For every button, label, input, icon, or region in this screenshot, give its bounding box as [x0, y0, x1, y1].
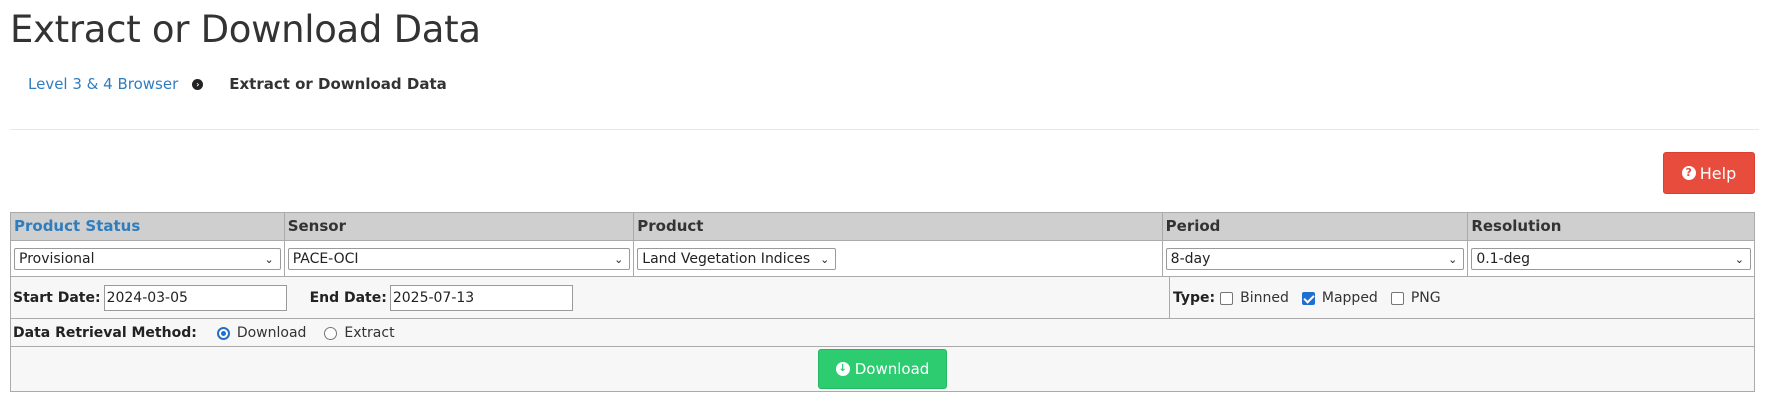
- chevron-down-icon: ⌄: [1448, 252, 1458, 266]
- form-date-row: Start Date: End Date: Type: Binned Mappe…: [11, 277, 1754, 319]
- chevron-down-icon: ⌄: [820, 252, 830, 266]
- chevron-circle-right-icon: ›: [192, 78, 204, 90]
- method-label: Data Retrieval Method:: [13, 324, 197, 341]
- data-form: Product Status Sensor Product Period Res…: [10, 212, 1755, 392]
- breadcrumb-current: Extract or Download Data: [229, 75, 447, 93]
- breadcrumb: Level 3 & 4 Browser › Extract or Downloa…: [28, 75, 447, 93]
- form-select-row: Provisional ⌄ PACE-OCI ⌄ Land Vegetation…: [11, 241, 1754, 277]
- product-select[interactable]: Land Vegetation Indices ⌄: [637, 248, 837, 270]
- help-button-label: Help: [1699, 163, 1737, 183]
- sensor-select[interactable]: PACE-OCI ⌄: [287, 248, 631, 270]
- download-radio-label: Download: [236, 324, 307, 341]
- extract-radio[interactable]: [324, 327, 338, 340]
- end-date-label: End Date:: [309, 289, 387, 306]
- period-cell: 8-day ⌄: [1163, 241, 1469, 276]
- chevron-down-icon: ⌄: [1734, 252, 1744, 266]
- period-select[interactable]: 8-day ⌄: [1165, 248, 1465, 270]
- header-product-status[interactable]: Product Status: [11, 213, 285, 240]
- product-cell: Land Vegetation Indices ⌄: [634, 241, 1163, 276]
- header-product: Product: [634, 213, 1163, 240]
- extract-radio-label: Extract: [344, 324, 395, 341]
- question-circle-icon: ?: [1681, 166, 1696, 180]
- mapped-label: Mapped: [1321, 289, 1378, 306]
- header-sensor: Sensor: [285, 213, 635, 240]
- start-date-label: Start Date:: [13, 289, 101, 306]
- breadcrumb-link-browser[interactable]: Level 3 & 4 Browser: [28, 75, 178, 93]
- resolution-value: 0.1-deg: [1476, 251, 1531, 267]
- help-button[interactable]: ? Help: [1663, 152, 1755, 194]
- start-date-input[interactable]: [103, 284, 287, 311]
- download-radio[interactable]: [216, 327, 230, 340]
- header-resolution: Resolution: [1471, 217, 1562, 235]
- sensor-value: PACE-OCI: [292, 251, 359, 267]
- header-period: Period: [1163, 213, 1469, 240]
- date-range-cell: Start Date: End Date:: [11, 277, 1170, 318]
- product-status-value: Provisional: [19, 251, 95, 267]
- form-submit-row: ↓ Download: [11, 347, 1754, 391]
- png-label: PNG: [1410, 289, 1441, 306]
- download-button[interactable]: ↓ Download: [818, 349, 947, 389]
- type-label: Type:: [1173, 289, 1216, 306]
- binned-checkbox[interactable]: [1220, 292, 1234, 305]
- binned-label: Binned: [1240, 289, 1289, 306]
- end-date-input[interactable]: [389, 284, 573, 311]
- product-value: Land Vegetation Indices: [642, 251, 811, 267]
- resolution-cell: 0.1-deg ⌄: [1468, 241, 1754, 276]
- chevron-down-icon: ⌄: [264, 252, 274, 266]
- download-button-label: Download: [854, 360, 930, 378]
- product-status-cell: Provisional ⌄: [11, 241, 285, 276]
- type-cell: Type: Binned Mapped PNG: [1170, 277, 1754, 318]
- divider: [10, 129, 1759, 130]
- resolution-select[interactable]: 0.1-deg ⌄: [1471, 248, 1751, 270]
- png-checkbox[interactable]: [1390, 292, 1404, 305]
- period-value: 8-day: [1170, 251, 1211, 267]
- chevron-down-icon: ⌄: [614, 252, 624, 266]
- mapped-checkbox[interactable]: [1301, 292, 1315, 305]
- form-header-row: Product Status Sensor Product Period Res…: [11, 213, 1754, 241]
- arrow-circle-down-icon: ↓: [835, 362, 850, 376]
- product-status-select[interactable]: Provisional ⌄: [14, 248, 281, 270]
- form-method-row: Data Retrieval Method: Download Extract: [11, 319, 1754, 347]
- page-title: Extract or Download Data: [10, 8, 481, 51]
- sensor-cell: PACE-OCI ⌄: [285, 241, 635, 276]
